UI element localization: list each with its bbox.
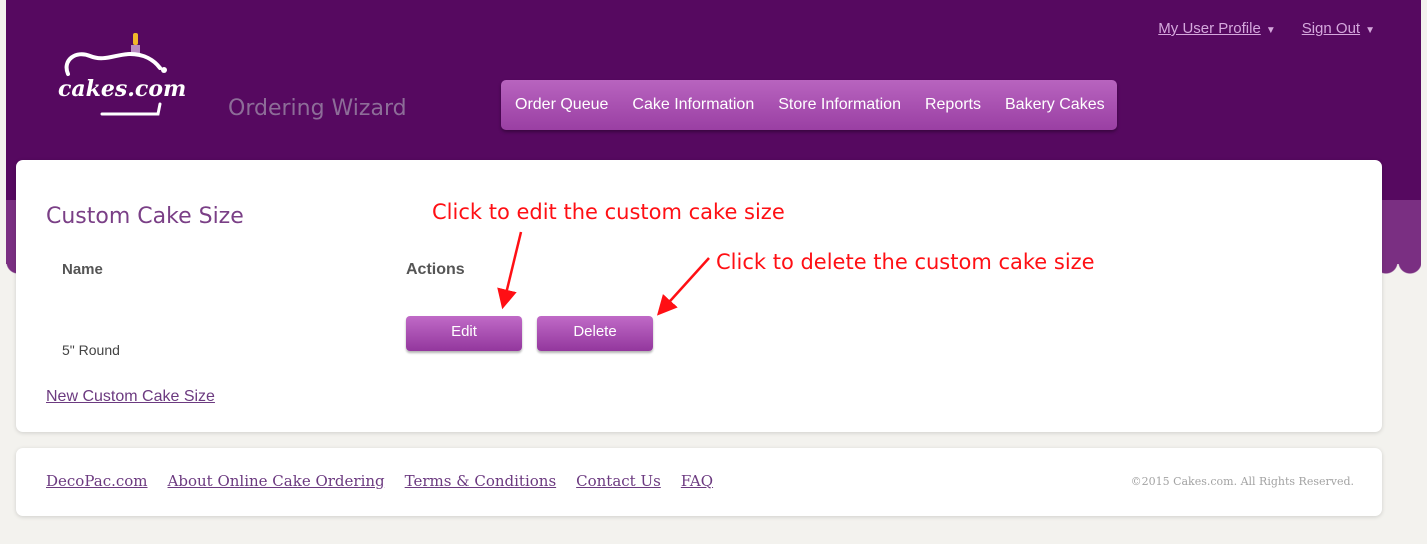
footer-link-faq[interactable]: FAQ bbox=[681, 472, 713, 490]
footer: DecoPac.com About Online Cake Ordering T… bbox=[16, 448, 1382, 516]
footer-link-terms[interactable]: Terms & Conditions bbox=[405, 472, 556, 490]
footer-links: DecoPac.com About Online Cake Ordering T… bbox=[46, 472, 713, 490]
footer-link-contact[interactable]: Contact Us bbox=[576, 472, 661, 490]
footer-link-decopac[interactable]: DecoPac.com bbox=[46, 472, 148, 490]
edit-arrow bbox=[497, 231, 523, 310]
footer-link-about[interactable]: About Online Cake Ordering bbox=[168, 472, 385, 490]
copyright-text: ©2015 Cakes.com. All Rights Reserved. bbox=[1130, 475, 1354, 488]
delete-arrow bbox=[656, 257, 710, 316]
